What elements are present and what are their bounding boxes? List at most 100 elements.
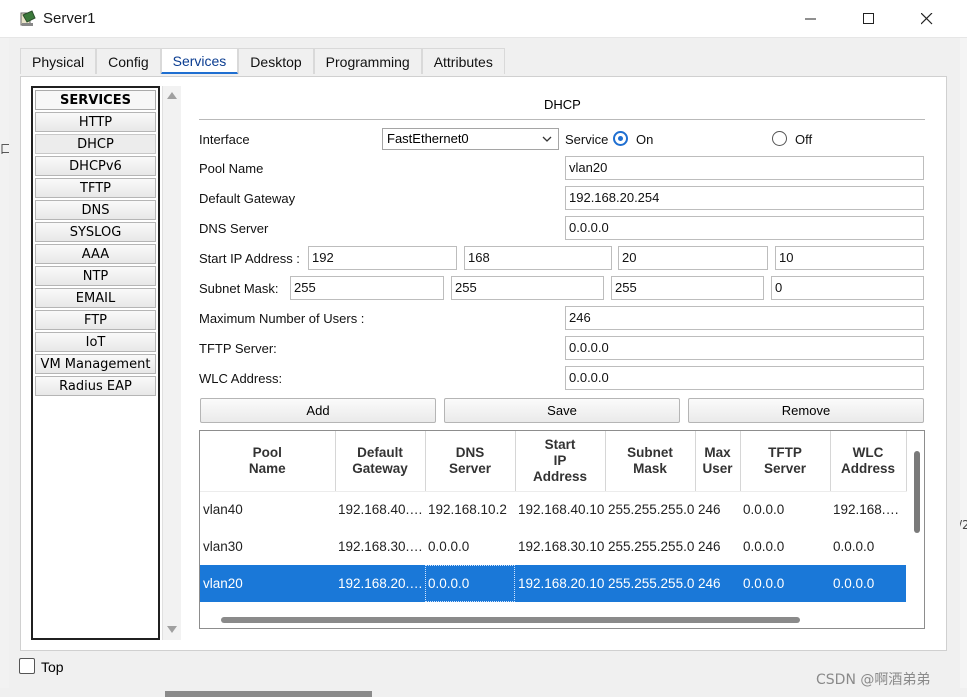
cell-subnet-mask: 255.255.255.0 [608,502,695,518]
subnet-octet-2[interactable]: 255 [451,276,604,300]
pools-table-container: Pool Name Default Gateway DNS Server Start I… [199,430,925,629]
save-button[interactable]: Save [444,398,680,423]
subnet-octet-4[interactable]: 0 [771,276,924,300]
column-header-start-ip[interactable]: Start IP Address [515,431,606,492]
start-ip-octet-4[interactable]: 10 [775,246,924,270]
cell-dns-server: 0.0.0.0 [425,565,515,602]
top-checkbox[interactable] [19,658,35,674]
scroll-down-arrow-icon[interactable] [167,626,177,633]
remove-button[interactable]: Remove [688,398,924,423]
cell-wlc-address: 0.0.0.0 [830,565,906,602]
chevron-down-icon [542,136,552,142]
service-item-tftp[interactable]: TFTP [35,178,156,198]
column-header-subnet-mask[interactable]: Subnet Mask [605,431,696,492]
subnet-octet-3[interactable]: 255 [611,276,764,300]
wlc-address-label: WLC Address: [199,371,283,386]
max-users-field[interactable]: 246 [565,306,924,330]
cell-default-gateway: 192.168.40.… [338,502,423,518]
start-ip-octet-1[interactable]: 192 [308,246,457,270]
service-item-email[interactable]: EMAIL [35,288,156,308]
window-titlebar: Server1 [0,0,967,38]
service-item-aaa[interactable]: AAA [35,244,156,264]
column-header-default-gateway[interactable]: Default Gateway [335,431,426,492]
cell-start-ip: 192.168.30.10 [518,539,605,554]
scroll-up-arrow-icon[interactable] [167,92,177,99]
table-row[interactable]: vlan40 192.168.40.… 192.168.10.2 192.168… [200,491,906,528]
tftp-server-label: TFTP Server: [199,341,277,356]
close-button[interactable] [904,4,950,34]
tab-bar: Physical Config Services Desktop Program… [20,48,505,74]
column-header-dns-server[interactable]: DNS Server [425,431,516,492]
default-gateway-field[interactable]: 192.168.20.254 [565,186,924,210]
tftp-server-field[interactable]: 0.0.0.0 [565,336,924,360]
start-ip-octet-3[interactable]: 20 [618,246,768,270]
services-list: SERVICES HTTP DHCP DHCPv6 TFTP DNS SYSLO… [31,86,160,640]
cell-pool-name: vlan40 [203,502,243,518]
column-header-pool-name[interactable]: Pool Name [200,431,336,492]
cell-wlc-address: 192.168.10.2 [833,502,906,518]
horizontal-scroll-thumb[interactable] [221,617,800,623]
default-gateway-label: Default Gateway [199,191,296,206]
subnet-mask-label: Subnet Mask: [199,281,279,296]
maximize-button[interactable] [846,4,892,34]
service-label: Service [565,132,609,147]
services-header: SERVICES [35,90,156,110]
server-app-icon [18,9,38,29]
background-bottom-strip [0,688,967,697]
table-horizontal-scrollbar[interactable] [200,609,910,628]
top-checkbox-label: Top [41,659,64,675]
column-header-wlc-address[interactable]: WLC Address [830,431,907,492]
cell-max-user: 246 [695,565,740,602]
service-item-dhcp[interactable]: DHCP [35,134,156,154]
pools-table: Pool Name Default Gateway DNS Server Start I… [200,431,907,602]
table-vertical-scrollbar[interactable] [910,431,924,607]
service-item-dhcpv6[interactable]: DHCPv6 [35,156,156,176]
wlc-address-field[interactable]: 0.0.0.0 [565,366,924,390]
service-item-ftp[interactable]: FTP [35,310,156,330]
minimize-button[interactable] [788,4,834,34]
service-item-dns[interactable]: DNS [35,200,156,220]
start-ip-label: Start IP Address : [199,251,300,266]
cell-subnet-mask: 255.255.255.0 [608,539,695,554]
cell-default-gateway: 192.168.30.… [338,539,423,554]
service-item-syslog[interactable]: SYSLOG [35,222,156,242]
window-title: Server1 [43,10,96,27]
add-button[interactable]: Add [200,398,436,423]
tab-desktop[interactable]: Desktop [238,48,314,74]
column-header-tftp-server[interactable]: TFTP Server [740,431,831,492]
cell-tftp-server: 0.0.0.0 [740,565,830,602]
cell-start-ip: 192.168.20.10 [515,565,605,602]
vertical-scroll-thumb[interactable] [914,451,920,533]
column-header-max-user[interactable]: Max User [695,431,741,492]
service-item-radius-eap[interactable]: Radius EAP [35,376,156,396]
cell-dns-server: 192.168.10.2 [428,502,507,518]
table-row-selected[interactable]: vlan20 192.168.20.… 0.0.0.0 192.168.20.1… [200,565,906,602]
services-scrollbar[interactable] [162,86,181,640]
title-divider [199,119,925,120]
pool-name-field[interactable]: vlan20 [565,156,924,180]
interface-value: FastEthernet0 [387,131,469,146]
max-users-label: Maximum Number of Users : [199,311,365,326]
service-on-label: On [636,132,654,147]
service-on-radio[interactable] [613,131,628,146]
service-item-http[interactable]: HTTP [35,112,156,132]
background-scroll-indicator [165,691,372,697]
interface-select[interactable]: FastEthernet0 [382,128,559,150]
service-item-vm-management[interactable]: VM Management [35,354,156,374]
tab-attributes[interactable]: Attributes [421,48,505,74]
tab-physical[interactable]: Physical [20,48,97,74]
cell-subnet-mask: 255.255.255.0 [605,565,695,602]
cell-tftp-server: 0.0.0.0 [743,502,785,518]
table-row[interactable]: vlan30 192.168.30.… 0.0.0.0 192.168.30.1… [200,528,906,565]
service-item-ntp[interactable]: NTP [35,266,156,286]
dns-server-label: DNS Server [199,221,269,236]
service-off-radio[interactable] [772,131,787,146]
tab-programming[interactable]: Programming [313,48,422,74]
subnet-octet-1[interactable]: 255 [290,276,444,300]
cell-max-user: 246 [698,539,721,554]
start-ip-octet-2[interactable]: 168 [464,246,612,270]
tab-services[interactable]: Services [160,48,239,74]
dns-server-field[interactable]: 0.0.0.0 [565,216,924,240]
service-item-iot[interactable]: IoT [35,332,156,352]
tab-config[interactable]: Config [96,48,161,74]
